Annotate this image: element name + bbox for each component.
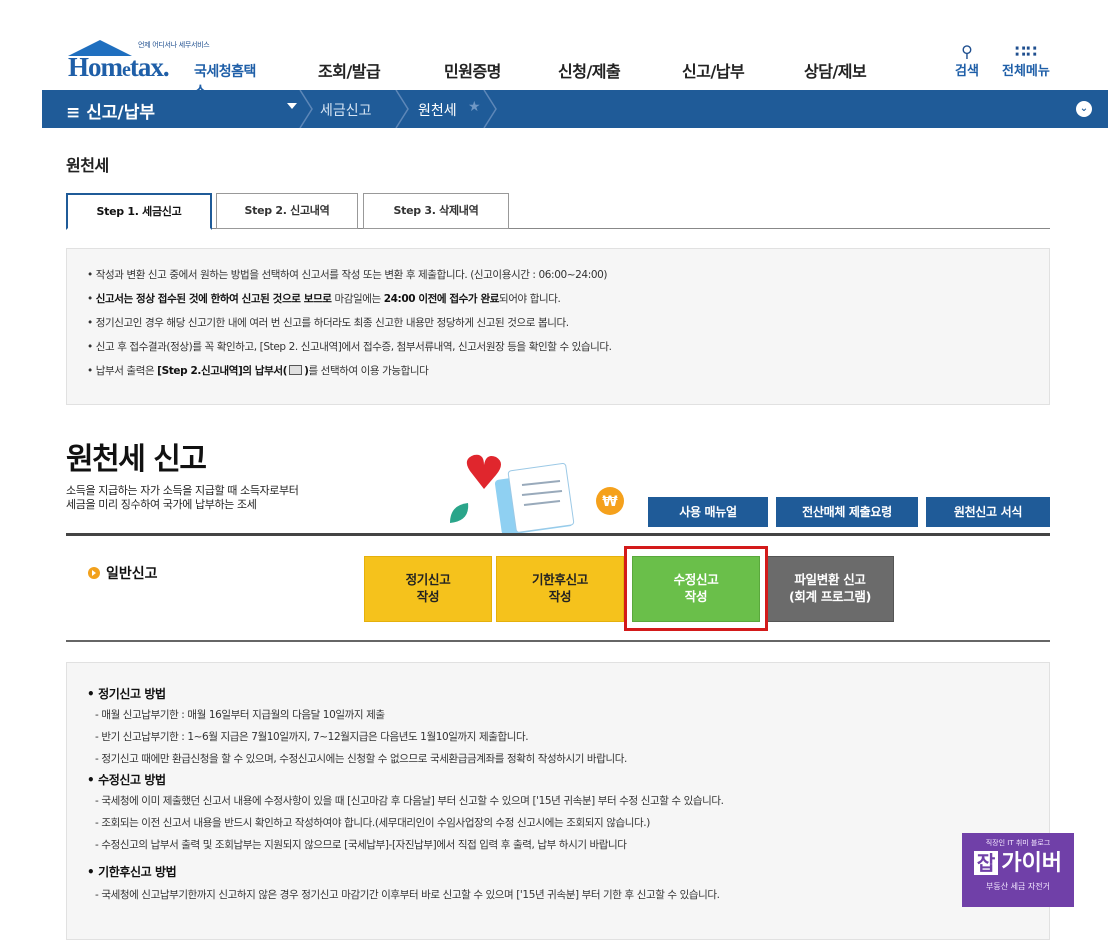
expand-circle-icon[interactable]: ⌄ [1076, 101, 1092, 117]
highlight-box [624, 546, 768, 631]
grid-menu-icon: ∷∷ [1014, 42, 1038, 61]
notice-line: • 작성과 변환 신고 중에서 원하는 방법을 선택하여 신고서를 작성 또는 … [87, 269, 608, 281]
breadcrumb-tax-report[interactable]: 세금신고 [320, 100, 372, 120]
watermark-top-text: 직장인 IT 취미 블로그 [985, 839, 1051, 847]
breadcrumb-separator [299, 90, 313, 128]
breadcrumb-separator [483, 90, 497, 128]
guide-heading: • 정기신고 방법 [87, 687, 166, 701]
withholding-forms-button[interactable]: 원천신고 서식 [926, 497, 1050, 527]
guide-line: - 매월 신고납부기한 : 매월 16일부터 지급월의 다음달 10일까지 제출 [95, 709, 385, 721]
svg-text:₩: ₩ [602, 494, 618, 510]
guide-line: - 정기신고 때에만 환급신청을 할 수 있으며, 수정신고시에는 신청할 수 … [95, 753, 627, 765]
section-heading: 원천세 신고 [66, 442, 207, 477]
notice-line: • 신고서는 정상 접수된 것에 한하여 신고된 것으로 보므로 마감일에는 2… [87, 293, 561, 305]
tab-step2-report-history[interactable]: Step 2. 신고내역 [216, 193, 358, 229]
all-menu-button[interactable]: ∷∷ 전체메뉴 [1002, 42, 1050, 80]
guide-heading: • 수정신고 방법 [87, 773, 166, 787]
watermark-bottom-text: 부동산 세금 자전거 [986, 882, 1050, 891]
nav-consult[interactable]: 상담/제보 [804, 58, 867, 82]
page-title: 원천세 [66, 156, 109, 175]
nav-certificate[interactable]: 민원증명 [444, 58, 501, 82]
notice-line: • 정기신고인 경우 해당 신고기한 내에 여러 번 신고를 하더라도 최종 신… [87, 317, 569, 329]
document-illustration: ₩ [450, 454, 624, 535]
all-menu-label: 전체메뉴 [1002, 64, 1050, 79]
hamburger-icon: ≡ [66, 103, 81, 123]
section-divider [66, 533, 1050, 536]
nav-application[interactable]: 신청/제출 [558, 58, 621, 82]
search-button[interactable]: ⚲ 검색 [955, 42, 979, 80]
blog-watermark: 직장인 IT 취미 블로그 잡 가이버 부동산 세금 자전거 [962, 833, 1074, 907]
section-divider [66, 640, 1050, 642]
section-menu-dropdown[interactable]: ≡ 신고/납부 [66, 98, 155, 123]
step-tabs: Step 1. 세금신고 Step 2. 신고내역 Step 3. 삭제내역 [66, 193, 1050, 230]
section-description: 소득을 지급하는 자가 소득을 지급할 때 소득자로부터 세금을 미리 징수하여… [66, 484, 299, 511]
guide-box: • 정기신고 방법 - 매월 신고납부기한 : 매월 16일부터 지급월의 다음… [66, 662, 1050, 940]
nav-inquiry[interactable]: 조회/발급 [318, 58, 381, 82]
user-manual-button[interactable]: 사용 매뉴얼 [648, 497, 768, 527]
breadcrumb-withholding-tax[interactable]: 원천세 [418, 100, 457, 120]
late-report-write-button[interactable]: 기한후신고 작성 [496, 556, 624, 622]
notice-box: • 작성과 변환 신고 중에서 원하는 방법을 선택하여 신고서를 작성 또는 … [66, 248, 1050, 405]
file-conversion-report-button[interactable]: 파일변환 신고 (회계 프로그램) [766, 556, 894, 622]
logo-wordmark: Hometax. [68, 52, 170, 82]
media-submission-guide-button[interactable]: 전산매체 제출요령 [776, 497, 918, 527]
regular-report-write-button[interactable]: 정기신고 작성 [364, 556, 492, 622]
guide-line: - 반기 신고납부기한 : 1~6월 지급은 7월10일까지, 7~12월지급은… [95, 731, 529, 743]
nav-report-pay[interactable]: 신고/납부 [682, 58, 745, 82]
watermark-main: 잡 가이버 [962, 850, 1074, 878]
guide-line: - 국세청에 이미 제출했던 신고서 내용에 수정사항이 있을 때 [신고마감 … [95, 795, 724, 807]
guide-line: - 국세청에 신고납부기한까지 신고하지 않은 경우 정기신고 마감기간 이후부… [95, 889, 720, 901]
printer-icon [289, 365, 303, 375]
favorite-star-icon[interactable]: ★ [468, 99, 481, 115]
logo-tagline: 언제 어디서나 세무서비스 [138, 41, 210, 49]
breadcrumb-separator [395, 90, 409, 128]
guide-line: - 조회되는 이전 신고서 내용을 반드시 확인하고 작성하여야 합니다.(세무… [95, 817, 650, 829]
guide-line: - 수정신고의 납부서 출력 및 조회납부는 지원되지 않으므로 [국세납부]-… [95, 839, 627, 851]
tab-step1-tax-report[interactable]: Step 1. 세금신고 [66, 193, 212, 230]
chevron-down-icon[interactable] [287, 103, 297, 109]
tab-step3-deleted-history[interactable]: Step 3. 삭제내역 [363, 193, 509, 229]
search-label: 검색 [955, 64, 979, 79]
section-menu-label: 신고/납부 [86, 103, 156, 123]
search-icon: ⚲ [961, 42, 973, 61]
guide-heading: • 기한후신고 방법 [87, 865, 177, 879]
sub-navigation-bar: ≡ 신고/납부 세금신고 원천세 ★ ⌄ [42, 90, 1108, 128]
top-header: 언제 어디서나 세무서비스 Hometax. 국세청홈택스 조회/발급 민원증명… [0, 0, 1108, 100]
notice-line: • 신고 후 접수결과(정상)를 꼭 확인하고, [Step 2. 신고내역]에… [87, 341, 612, 353]
hometax-logo[interactable]: 언제 어디서나 세무서비스 Hometax. 국세청홈택스 [68, 40, 258, 100]
notice-line: • 납부서 출력은 [Step 2.신고내역]의 납부서()를 선택하여 이용 … [87, 365, 429, 377]
general-report-label: 일반신고 [88, 563, 158, 583]
arrow-bullet-icon [88, 567, 100, 579]
